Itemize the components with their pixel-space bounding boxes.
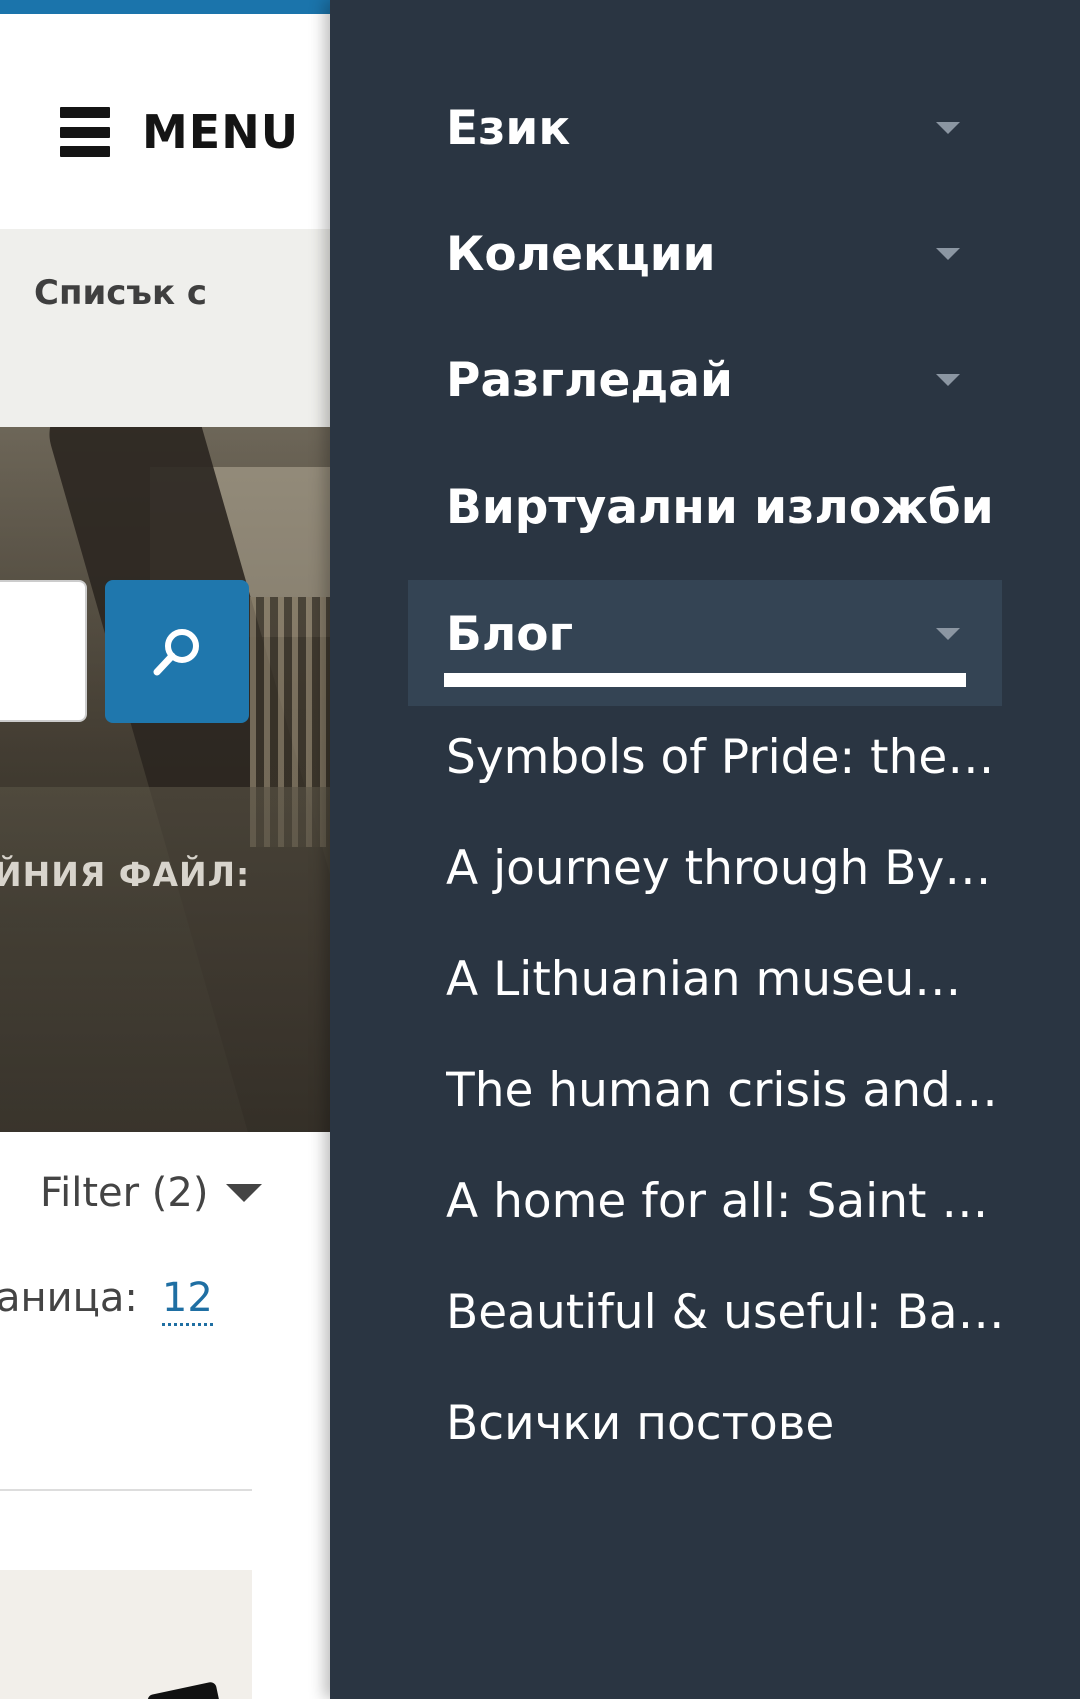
- band-text: Списък с: [34, 273, 208, 313]
- top-accent-bar: [0, 0, 330, 14]
- caret-down-icon: [226, 1184, 263, 1202]
- nav-item-label: Разгледай: [446, 352, 733, 408]
- breadcrumb-band: Списък с: [0, 229, 330, 427]
- active-underline: [444, 673, 966, 687]
- result-thumbnail[interactable]: [0, 1570, 252, 1699]
- blog-post-link[interactable]: A home for all: Saint Pa...: [446, 1174, 1006, 1229]
- blog-post-link[interactable]: A Lithuanian museum ...: [446, 952, 1006, 1007]
- blog-post-link[interactable]: Symbols of Pride: the c...: [446, 730, 1006, 785]
- nav-item-label: Виртуални изложби: [446, 479, 994, 535]
- navigation-drawer: Език Колекции Разгледай Виртуални изложб…: [330, 0, 1080, 1699]
- filter-dropdown[interactable]: Filter (2): [40, 1170, 263, 1216]
- nav-item-label: Език: [446, 100, 571, 156]
- blog-post-link[interactable]: A journey through Byz...: [446, 841, 1006, 896]
- nav-item-label: Блог: [446, 606, 574, 662]
- search-input[interactable]: [0, 580, 87, 722]
- thumbnail-shape: [146, 1681, 224, 1699]
- hero-grass: [0, 787, 330, 1132]
- hamburger-icon: [60, 107, 110, 157]
- caret-down-icon: [936, 374, 960, 386]
- results-per-page: аница: 12: [0, 1275, 213, 1326]
- menu-button[interactable]: MENU: [60, 92, 299, 172]
- nav-item-label: Колекции: [446, 226, 716, 282]
- nav-item-blog[interactable]: Блог: [446, 598, 966, 670]
- search-button[interactable]: [105, 580, 249, 723]
- filter-label: Filter (2): [40, 1170, 209, 1216]
- results-divider: [0, 1489, 252, 1491]
- page-content: MENU Списък с ЙНИЯ ФАЙЛ: Filter (2) аниц…: [0, 0, 330, 1699]
- caret-down-icon: [936, 248, 960, 260]
- search-icon: [153, 628, 199, 675]
- nav-item-language[interactable]: Език: [446, 92, 966, 164]
- caret-down-icon: [936, 122, 960, 134]
- blog-post-link[interactable]: Beautiful & useful: Bau...: [446, 1285, 1006, 1340]
- nav-item-virtual-exhibitions[interactable]: Виртуални изложби: [446, 471, 994, 543]
- hero-caption: ЙНИЯ ФАЙЛ:: [0, 855, 251, 894]
- menu-label: MENU: [142, 105, 300, 159]
- hero-image: ЙНИЯ ФАЙЛ:: [0, 427, 330, 1132]
- all-posts-link[interactable]: Всички постове: [446, 1396, 1006, 1451]
- site-header: MENU: [0, 14, 330, 229]
- nav-item-explore[interactable]: Разгледай: [446, 344, 966, 416]
- nav-item-collections[interactable]: Колекции: [446, 218, 966, 290]
- blog-post-link[interactable]: The human crisis and t...: [446, 1063, 1006, 1118]
- caret-up-icon: [936, 628, 960, 640]
- per-page-selector[interactable]: 12: [161, 1275, 213, 1326]
- per-page-label: аница:: [0, 1275, 138, 1321]
